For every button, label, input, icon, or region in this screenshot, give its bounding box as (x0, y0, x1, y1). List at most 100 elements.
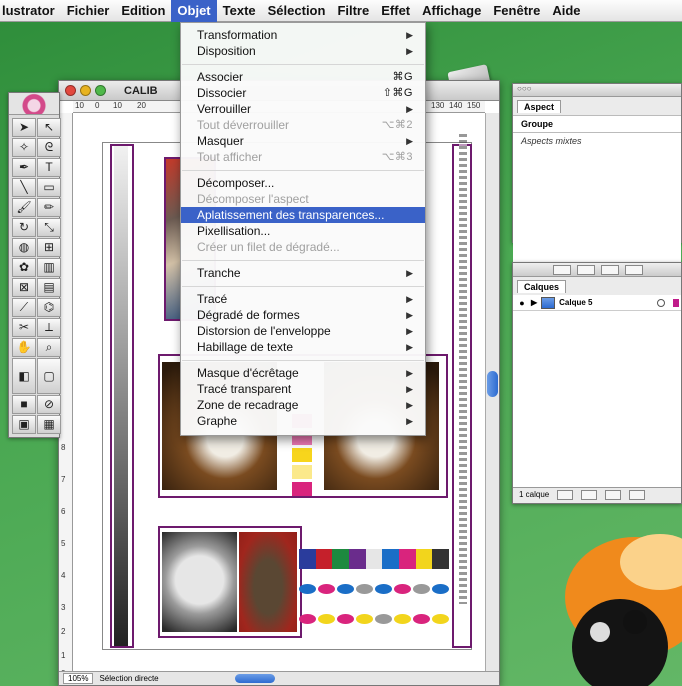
menu-item-label: Tracé transparent (197, 382, 292, 396)
menu-item[interactable]: Tout déverrouiller ⌥⌘2 (181, 117, 425, 133)
lasso-tool-icon[interactable]: ᘓ (37, 138, 61, 157)
pencil-tool-icon[interactable]: ✏ (37, 198, 61, 217)
gradient-tool-icon[interactable]: ▤ (37, 278, 61, 297)
new-layer-icon[interactable] (605, 489, 622, 500)
menu-item[interactable]: Décomposer... (181, 175, 425, 191)
horizontal-scroll-thumb[interactable] (234, 674, 275, 683)
scroll-thumb[interactable] (487, 371, 498, 397)
color-mode-icon[interactable]: ■ (12, 395, 36, 414)
rotate-tool-icon[interactable]: ↻ (12, 218, 36, 237)
menu-edition[interactable]: Edition (115, 0, 171, 22)
panel-titlebar[interactable]: ○○○ (513, 84, 681, 97)
menu-item[interactable]: Dégradé de formes ▶ (181, 307, 425, 323)
trash-icon[interactable] (629, 489, 646, 500)
menu-item[interactable]: Pixellisation... (181, 223, 425, 239)
scale-tool-icon[interactable]: ⤡ (37, 218, 61, 237)
menu-fichier[interactable]: Fichier (61, 0, 116, 22)
panel-button[interactable] (601, 264, 619, 275)
slice-tool-icon[interactable]: ⟂ (37, 318, 61, 337)
pen-tool-icon[interactable]: ✒ (12, 158, 36, 177)
menu-item[interactable]: Masquer ▶ (181, 133, 425, 149)
tab-aspect[interactable]: Aspect (517, 100, 562, 113)
objet-menu: Transformation ▶ Disposition ▶ Associer ⌘G Dis… (180, 22, 426, 436)
minimize-icon[interactable] (80, 85, 91, 96)
stroke-swatch-icon[interactable]: ▢ (37, 358, 61, 394)
graph-tool-icon[interactable]: ▥ (37, 258, 61, 277)
mesh-tool-icon[interactable]: ⊠ (12, 278, 36, 297)
menu-item[interactable]: Masque d'écrêtage ▶ (181, 365, 425, 381)
menu-item[interactable]: Créer un filet de dégradé... (181, 239, 425, 255)
menu-item-label: Dégradé de formes (197, 308, 300, 322)
aspect-row-mixtes[interactable]: Aspects mixtes (513, 132, 681, 149)
panel-button[interactable] (577, 264, 595, 275)
blend-tool-icon[interactable]: ⌬ (37, 298, 61, 317)
menu-item[interactable]: Verrouiller ▶ (181, 101, 425, 117)
submenu-arrow-icon: ▶ (406, 400, 413, 410)
color-bars (299, 549, 450, 569)
line-tool-icon[interactable]: ╲ (12, 178, 36, 197)
warp-tool-icon[interactable]: ◍ (12, 238, 36, 257)
brush-tool-icon[interactable]: 🖌 (12, 198, 36, 217)
menu-item[interactable]: Tranche ▶ (181, 265, 425, 281)
free-transform-tool-icon[interactable]: ⊞ (37, 238, 61, 257)
menu-item[interactable]: Aplatissement des transparences... (181, 207, 425, 223)
menu-item[interactable]: Dissocier ⇧⌘G (181, 85, 425, 101)
menu-item[interactable]: Disposition ▶ (181, 43, 425, 59)
panel-button[interactable] (625, 264, 643, 275)
fullscreen-mode-icon[interactable]: ▦ (37, 415, 61, 434)
direct-selection-tool-icon[interactable]: ↖ (37, 118, 61, 137)
menu-item[interactable]: Distorsion de l'enveloppe ▶ (181, 323, 425, 339)
menu-fenetre[interactable]: Fenêtre (487, 0, 546, 22)
menu-selection[interactable]: Sélection (262, 0, 332, 22)
illustrator-flower-icon[interactable] (9, 93, 59, 115)
menu-item[interactable]: Transformation ▶ (181, 27, 425, 43)
ruler-tick: 20 (137, 101, 146, 110)
make-clip-icon[interactable] (557, 489, 574, 500)
close-icon[interactable] (65, 85, 76, 96)
menu-item[interactable]: Graphe ▶ (181, 413, 425, 429)
tab-calques[interactable]: Calques (517, 280, 567, 293)
symbol-tool-icon[interactable]: ✿ (12, 258, 36, 277)
menu-filtre[interactable]: Filtre (331, 0, 375, 22)
menu-item[interactable]: Habillage de texte ▶ (181, 339, 425, 355)
zoom-field[interactable]: 105% (63, 673, 94, 684)
scissors-tool-icon[interactable]: ✂ (12, 318, 36, 337)
screen-mode-icon[interactable]: ▣ (12, 415, 36, 434)
menu-effet[interactable]: Effet (375, 0, 416, 22)
zoom-tool-icon[interactable]: ⌕ (37, 338, 61, 357)
disclosure-triangle-icon[interactable]: ▶ (531, 298, 537, 307)
menu-separator (181, 355, 425, 365)
status-text[interactable]: Sélection directe (99, 674, 158, 683)
selection-tool-icon[interactable]: ➤ (12, 118, 36, 137)
eye-icon[interactable]: ● (517, 298, 527, 308)
menu-aide[interactable]: Aide (546, 0, 586, 22)
menu-item[interactable]: Tracé ▶ (181, 291, 425, 307)
hand-tool-icon[interactable]: ✋ (12, 338, 36, 357)
magic-wand-tool-icon[interactable]: ✧ (12, 138, 36, 157)
menu-item[interactable]: Associer ⌘G (181, 69, 425, 85)
menu-item[interactable]: Décomposer l'aspect (181, 191, 425, 207)
new-sublayer-icon[interactable] (581, 489, 598, 500)
menu-item[interactable]: Tracé transparent ▶ (181, 381, 425, 397)
menu-affichage[interactable]: Affichage (416, 0, 487, 22)
submenu-arrow-icon: ▶ (406, 30, 413, 40)
vertical-scrollbar[interactable] (485, 113, 499, 671)
eyedropper-tool-icon[interactable]: ⟋ (12, 298, 36, 317)
rectangle-tool-icon[interactable]: ▭ (37, 178, 61, 197)
zoom-icon[interactable] (95, 85, 106, 96)
menu-item[interactable]: Tout afficher ⌥⌘3 (181, 149, 425, 165)
menu-texte[interactable]: Texte (217, 0, 262, 22)
dot-row (299, 614, 449, 624)
type-tool-icon[interactable]: T (37, 158, 61, 177)
ruler-tick: 0 (95, 101, 100, 110)
target-circle-icon[interactable] (657, 298, 665, 307)
menu-item-label: Pixellisation... (197, 224, 271, 238)
aspect-row-groupe[interactable]: Groupe (513, 115, 681, 132)
fill-swatch-icon[interactable]: ◧ (12, 358, 36, 394)
panel-button[interactable] (553, 264, 571, 275)
menu-item[interactable]: Zone de recadrage ▶ (181, 397, 425, 413)
menu-objet[interactable]: Objet (171, 0, 217, 22)
menu-app[interactable]: lustrator (0, 0, 61, 22)
layer-row[interactable]: ● ▶ Calque 5 (513, 295, 681, 311)
none-mode-icon[interactable]: ⊘ (37, 395, 61, 414)
